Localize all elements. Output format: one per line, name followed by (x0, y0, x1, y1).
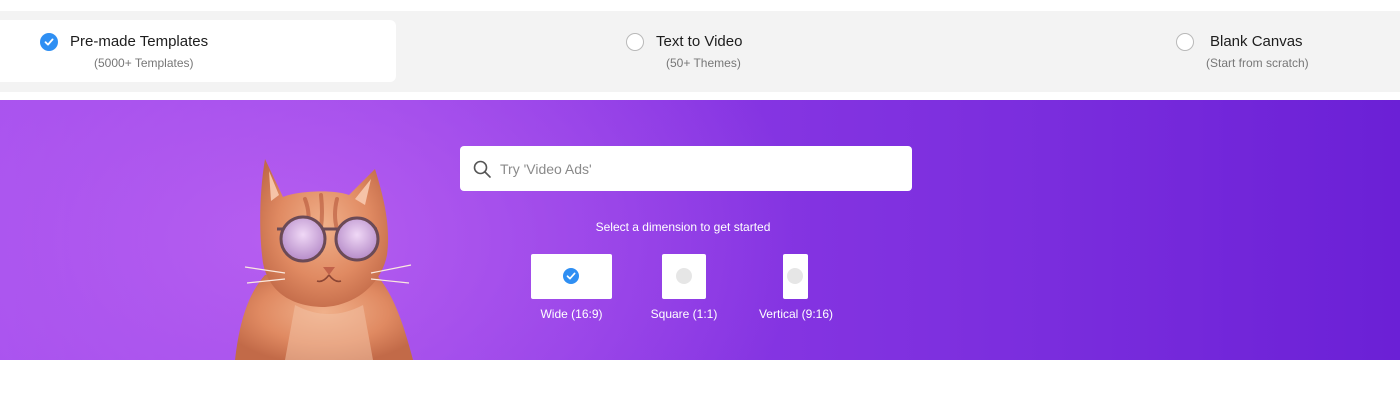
option-premade-templates[interactable]: Pre-made Templates (5000+ Templates) (0, 20, 396, 82)
radio-empty-icon (676, 268, 692, 284)
dimension-wide-option[interactable] (531, 254, 612, 299)
radio-selected-check-icon[interactable] (40, 33, 58, 51)
dimension-square-option[interactable] (662, 254, 706, 299)
radio-empty-icon[interactable] (626, 33, 644, 51)
check-icon (44, 38, 54, 46)
search-input[interactable] (500, 146, 900, 191)
creation-mode-bar: Pre-made Templates (5000+ Templates) Tex… (0, 11, 1400, 92)
option-subtitle: (Start from scratch) (1206, 56, 1309, 70)
dimension-prompt: Select a dimension to get started (595, 220, 771, 234)
option-title: Pre-made Templates (70, 33, 209, 50)
option-subtitle: (5000+ Templates) (94, 56, 194, 70)
radio-empty-icon (787, 268, 803, 284)
option-subtitle: (50+ Themes) (666, 56, 741, 70)
option-title: Text to Video (656, 33, 743, 50)
check-icon (563, 268, 579, 284)
template-search-bar[interactable] (460, 146, 912, 191)
radio-empty-icon[interactable] (1176, 33, 1194, 51)
dimension-vertical-label[interactable]: Vertical (9:16) (750, 307, 842, 321)
search-icon (473, 160, 491, 178)
dimension-vertical-option[interactable] (783, 254, 808, 299)
dimension-wide-label[interactable]: Wide (16:9) (531, 307, 612, 321)
option-blank-canvas[interactable]: Blank Canvas (Start from scratch) (1150, 20, 1400, 82)
option-text-to-video[interactable]: Text to Video (50+ Themes) (600, 20, 820, 82)
dimension-square-label[interactable]: Square (1:1) (644, 307, 724, 321)
cat-with-sunglasses-illustration (235, 159, 413, 360)
option-title: Blank Canvas (1210, 33, 1303, 50)
hero-banner: Select a dimension to get started Wide (… (0, 100, 1400, 360)
